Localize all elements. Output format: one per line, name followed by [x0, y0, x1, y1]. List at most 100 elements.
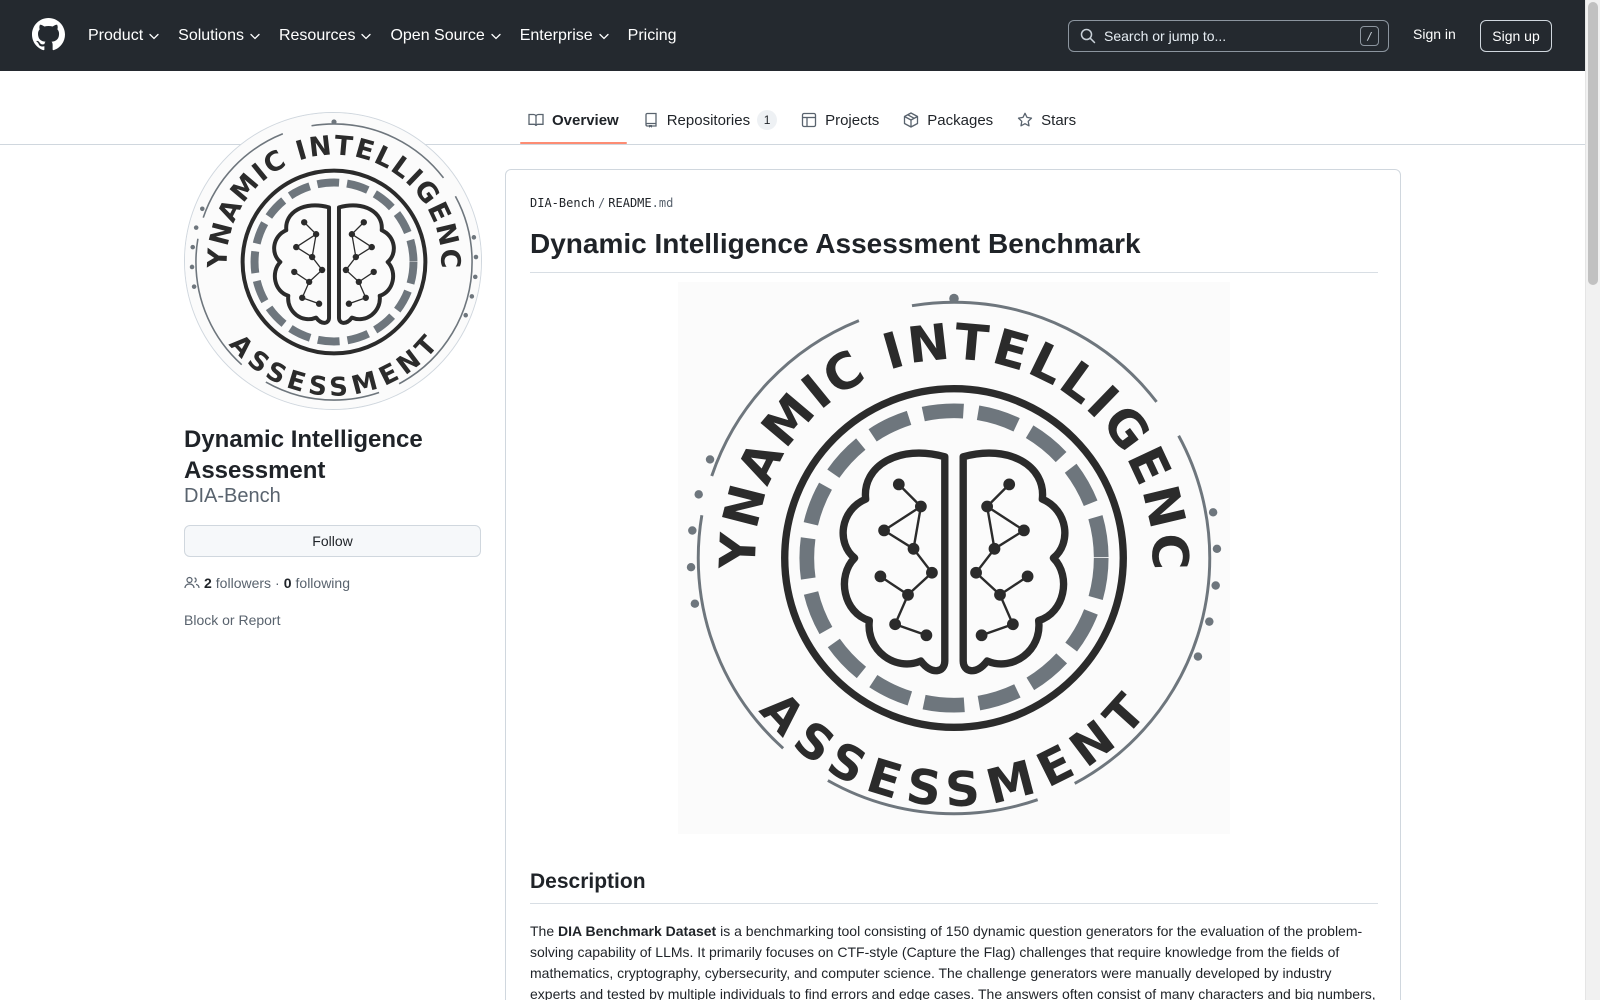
readme-ring-dot	[686, 562, 696, 572]
sign-up-button[interactable]: Sign up	[1480, 20, 1552, 52]
avatar-circuit-node	[293, 243, 300, 251]
book-icon	[528, 113, 544, 127]
nav-open-source[interactable]: Open Source	[390, 27, 501, 45]
readme-circuit-node	[878, 524, 890, 537]
tab-overview-label: Overview	[552, 111, 619, 129]
tab-projects-label: Projects	[825, 111, 880, 129]
nav-solutions[interactable]: Solutions	[178, 27, 261, 45]
readme-circuit-node	[1006, 618, 1019, 631]
star-icon	[1018, 112, 1033, 127]
readme-ring-dot	[1211, 581, 1220, 590]
followers-count: 2	[204, 575, 212, 591]
following-link[interactable]: 0 following	[284, 575, 350, 591]
readme-circuit-node	[907, 542, 920, 555]
readme-circuit-node	[1021, 570, 1034, 583]
avatar-circuit-node	[291, 268, 298, 276]
followers-link[interactable]: 2 followers	[204, 575, 271, 591]
sign-in-link[interactable]: Sign in	[1413, 26, 1456, 42]
avatar-circuit-node	[299, 294, 306, 301]
search-icon	[1080, 28, 1096, 44]
tab-overview[interactable]: Overview	[520, 100, 627, 144]
nav-resources[interactable]: Resources	[279, 27, 372, 45]
tab-projects[interactable]: Projects	[793, 100, 887, 140]
nav-label: Product	[88, 26, 144, 44]
block-or-report-link[interactable]: Block or Report	[184, 612, 280, 628]
page-scrollbar[interactable]	[1585, 0, 1600, 1000]
tab-repositories-label: Repositories	[666, 111, 751, 129]
follow-button[interactable]: Follow	[184, 525, 481, 557]
readme-circuit-node	[970, 566, 982, 579]
avatar-circuit-node	[342, 266, 350, 274]
readme-title: Dynamic Intelligence Assessment Benchmar…	[530, 228, 1141, 259]
chevron-down-icon	[491, 33, 501, 39]
avatar-circuit-node	[308, 253, 316, 261]
avatar-circuit-node	[348, 231, 356, 238]
avatar-ring-dot	[193, 225, 199, 230]
dia-logo-large: DYNAMIC INTELLIGENCEASSESSMENT	[658, 236, 1230, 834]
search-input[interactable]: Search or jump to... /	[1068, 20, 1389, 52]
nav-enterprise[interactable]: Enterprise	[520, 27, 610, 45]
readme-file-base: README	[608, 196, 652, 210]
readme-circuit-node	[994, 588, 1006, 601]
readme-circuit-node	[1018, 524, 1030, 537]
chevron-down-icon	[361, 33, 372, 39]
avatar-circuit-node	[355, 278, 363, 286]
following-label: following	[295, 575, 350, 591]
readme-circuit-node	[1003, 478, 1016, 491]
avatar-circuit-node	[345, 300, 353, 307]
nav-label: Solutions	[178, 26, 244, 44]
readme-circuit-node	[981, 500, 994, 513]
profile-tabs: Overview Repositories 1 Projects Package…	[520, 100, 1092, 144]
readme-logo-image: DYNAMIC INTELLIGENCEASSESSMENT	[658, 236, 1230, 834]
avatar-circuit-node	[362, 294, 369, 301]
nav-pricing[interactable]: Pricing	[628, 27, 677, 45]
avatar-ring-dot	[200, 206, 205, 212]
description-heading: Description	[530, 870, 646, 893]
tab-packages[interactable]: Packages	[895, 100, 1001, 140]
profile-name: Dynamic Intelligence Assessment	[184, 426, 423, 484]
profile-avatar[interactable]: DYNAMIC INTELLIGENCEASSESSMENT	[184, 112, 482, 410]
readme-repo-link[interactable]: DIA-Bench	[530, 196, 595, 210]
readme-circuit-node	[975, 629, 988, 642]
github-logo-icon[interactable]	[32, 18, 65, 51]
readme-breadcrumb: DIA-Bench / README.md	[530, 196, 673, 210]
readme-ring-dot	[705, 455, 715, 464]
profile-username: DIA-Bench	[184, 485, 281, 507]
readme-file-link[interactable]: README.md	[608, 196, 673, 210]
avatar-ring-dot	[189, 264, 195, 270]
readme-circuit-node	[920, 629, 933, 642]
readme-circuit-node	[874, 570, 887, 583]
avatar-ring-dot	[472, 274, 478, 280]
breadcrumb-separator: /	[598, 196, 606, 210]
avatar-circuit-node	[305, 278, 313, 286]
readme-circuit-node	[902, 588, 914, 601]
avatar-circuit-node	[315, 300, 323, 307]
nav-product[interactable]: Product	[88, 27, 160, 45]
readme-file-ext: .md	[651, 196, 674, 210]
repositories-count-badge: 1	[757, 110, 778, 130]
avatar-circuit-node	[318, 266, 326, 274]
tab-repositories[interactable]: Repositories 1	[635, 100, 785, 140]
readme-ring-dot	[694, 490, 703, 499]
avatar-top-dot	[331, 119, 337, 125]
followers-separator: ·	[275, 575, 280, 591]
readme-ring-dot	[690, 599, 700, 608]
description-paragraph: The DIA Benchmark Dataset is a benchmark…	[530, 921, 1378, 1000]
tab-stars[interactable]: Stars	[1009, 100, 1084, 140]
avatar-circuit-node	[368, 243, 375, 251]
readme-card: DIA-Bench / README.md Dynamic Intelligence…	[505, 169, 1401, 1000]
avatar-circuit-node	[312, 231, 320, 238]
title-divider	[530, 272, 1378, 273]
avatar-ring-dot	[471, 235, 477, 240]
avatar-circuit-node	[360, 219, 367, 226]
search-placeholder: Search or jump to...	[1104, 28, 1227, 44]
avatar-ring-dot	[469, 294, 475, 299]
repo-icon	[645, 112, 657, 128]
readme-ring-dot	[1205, 617, 1214, 626]
tab-packages-label: Packages	[927, 111, 994, 129]
followers-label: followers	[215, 575, 272, 591]
readme-ring-dot	[1193, 652, 1203, 661]
chevron-down-icon	[149, 33, 159, 39]
scrollbar-thumb[interactable]	[1588, 2, 1598, 285]
avatar-circuit-node	[352, 253, 360, 261]
